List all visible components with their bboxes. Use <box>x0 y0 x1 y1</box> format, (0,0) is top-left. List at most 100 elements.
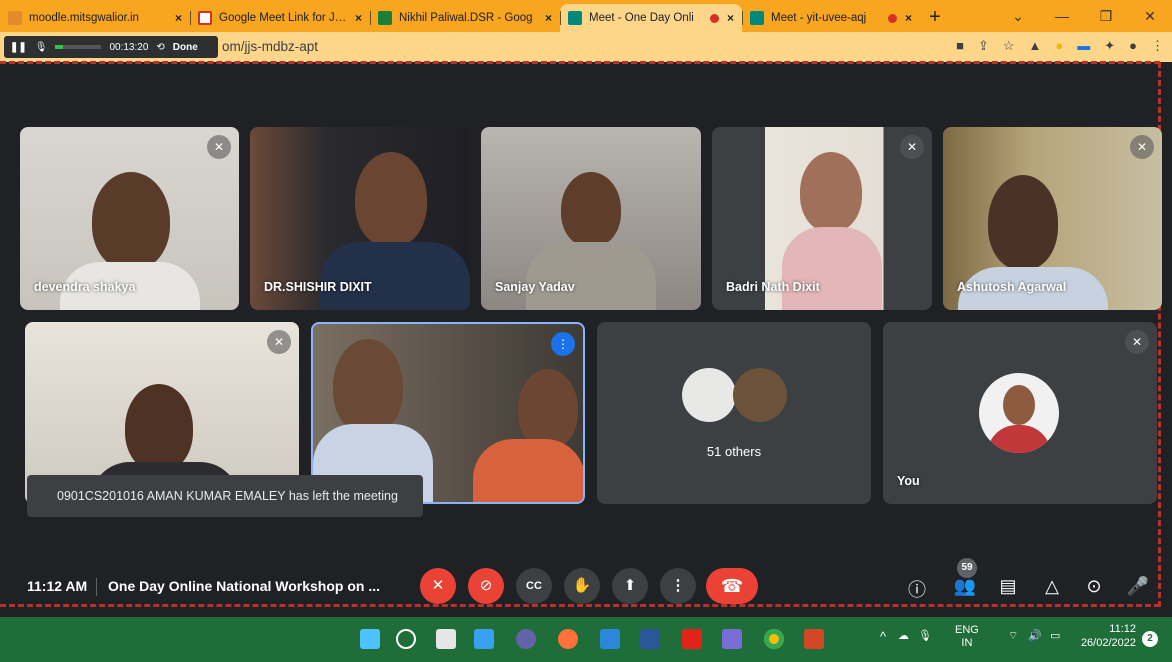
others-tile[interactable]: 51 others <box>597 322 871 504</box>
participant-video <box>561 172 621 247</box>
chat-icon[interactable]: ▤ <box>996 576 1020 597</box>
snipping-tool-icon[interactable] <box>722 629 742 649</box>
meeting-details-icon[interactable]: ⓘ <box>905 576 929 602</box>
wifi-icon[interactable]: ⌔ <box>1008 629 1018 643</box>
browser-menu-icon[interactable]: ⋮ <box>1151 38 1164 54</box>
extension-icon[interactable]: ▬ <box>1077 38 1090 54</box>
notification-badge[interactable]: 2 <box>1142 631 1158 647</box>
tab-title: Google Meet Link for Join <box>219 12 347 24</box>
region-code: IN <box>961 637 973 649</box>
mic-tray-icon[interactable]: 🎙 <box>918 629 932 642</box>
participant-tile[interactable]: ✕ devendra shakya <box>20 127 239 310</box>
restore-button[interactable]: ❐ <box>1084 0 1128 32</box>
microphone-toggle-button[interactable]: ✕ <box>420 568 456 604</box>
mic-icon[interactable]: 🎙 <box>35 42 48 53</box>
others-avatar <box>733 368 787 422</box>
close-window-button[interactable]: ✕ <box>1128 0 1172 32</box>
divider <box>96 578 97 596</box>
acrobat-icon[interactable] <box>682 629 702 649</box>
monitor-app-icon[interactable] <box>600 629 620 649</box>
participant-video <box>800 152 862 232</box>
activities-icon[interactable]: △ <box>1040 576 1064 597</box>
recording-region-border <box>0 61 1160 64</box>
tab-close-icon[interactable]: × <box>355 11 362 25</box>
self-tile[interactable]: ✕ You <box>883 322 1157 504</box>
muted-mic-icon: ✕ <box>900 135 924 159</box>
restart-icon[interactable]: ⟲ <box>156 42 164 53</box>
recording-region-border <box>0 604 1160 607</box>
self-avatar <box>979 373 1059 453</box>
recorder-level-meter <box>55 45 102 49</box>
share-icon[interactable]: ⇪ <box>978 38 989 54</box>
participant-video <box>782 227 882 310</box>
address-bar-url[interactable]: om/jjs-mdbz-apt <box>222 39 318 54</box>
window-controls: ⌄ — ❐ ✕ <box>996 0 1172 32</box>
widgets-icon[interactable] <box>474 629 494 649</box>
browser-tab[interactable]: moodle.mitsgwalior.in × <box>0 4 190 32</box>
extension-icon[interactable]: ▲ <box>1029 38 1042 54</box>
others-avatar <box>682 368 736 422</box>
word-icon[interactable] <box>640 629 660 649</box>
people-icon[interactable]: 👥 <box>953 576 977 597</box>
screen-recorder-widget: ❚❚ 🎙 00:13:20 ⟲ Done <box>4 36 218 58</box>
extension-mic-icon[interactable]: 🎤 <box>1126 576 1150 597</box>
participant-tile[interactable]: Sanjay Yadav <box>481 127 701 310</box>
tab-close-icon[interactable]: × <box>727 11 734 25</box>
bookmark-star-icon[interactable]: ☆ <box>1003 38 1015 54</box>
windows-taskbar: ^ ☁ 🎙 ENG IN ⌔ 🔊 ▭ 11:12 26/02/2022 2 <box>0 617 1172 662</box>
participant-tile[interactable]: DR.SHISHIR DIXIT <box>250 127 470 310</box>
raise-hand-button[interactable]: ✋ <box>564 568 600 604</box>
firefox-icon[interactable] <box>558 629 578 649</box>
browser-tab[interactable]: Meet - yit-uvee-aqj × <box>742 4 920 32</box>
participant-name: Ashutosh Agarwal <box>957 280 1067 294</box>
taskbar-time: 11:12 <box>1109 623 1136 635</box>
clock-date[interactable]: 11:12 26/02/2022 <box>1076 622 1136 650</box>
volume-icon[interactable]: 🔊 <box>1028 629 1042 642</box>
profile-avatar-icon[interactable]: ● <box>1129 38 1137 54</box>
extensions-puzzle-icon[interactable]: ✦ <box>1104 38 1115 54</box>
tab-search-icon[interactable]: ⌄ <box>996 0 1040 32</box>
search-icon[interactable] <box>396 629 416 649</box>
browser-tab-active[interactable]: Meet - One Day Onli × <box>560 4 742 32</box>
muted-mic-icon: ✕ <box>267 330 291 354</box>
muted-mic-icon: ✕ <box>207 135 231 159</box>
language-indicator[interactable]: ENG IN <box>955 624 979 650</box>
minimize-button[interactable]: — <box>1040 0 1084 32</box>
participant-video <box>988 175 1058 270</box>
tab-close-icon[interactable]: × <box>175 11 182 25</box>
gmail-favicon-icon <box>198 11 212 25</box>
camera-icon[interactable]: ■ <box>956 38 964 54</box>
extension-bulb-icon[interactable]: ● <box>1055 38 1063 54</box>
browser-tab[interactable]: Google Meet Link for Join × <box>190 4 370 32</box>
recorder-done-button[interactable]: Done <box>173 42 198 53</box>
new-tab-button[interactable]: + <box>920 4 950 32</box>
browser-tab[interactable]: Nikhil Paliwal.DSR - Goog × <box>370 4 560 32</box>
task-view-icon[interactable] <box>436 629 456 649</box>
tab-close-icon[interactable]: × <box>545 11 552 25</box>
chrome-icon[interactable] <box>764 629 784 649</box>
participant-tile[interactable]: ✕ Ashutosh Agarwal <box>943 127 1162 310</box>
host-controls-icon[interactable]: ⊙ <box>1082 576 1106 597</box>
taskbar-date: 26/02/2022 <box>1080 637 1136 649</box>
participant-name: You <box>897 474 920 488</box>
onedrive-icon[interactable]: ☁ <box>898 629 909 642</box>
battery-icon[interactable]: ▭ <box>1050 629 1060 642</box>
pause-icon[interactable]: ❚❚ <box>10 42 27 53</box>
participant-video <box>526 242 656 310</box>
browser-tab-strip: moodle.mitsgwalior.in × Google Meet Link… <box>0 0 1172 32</box>
present-screen-button[interactable]: ⬆ <box>612 568 648 604</box>
start-windows-icon[interactable] <box>360 629 380 649</box>
system-tray-chevron-icon[interactable]: ^ <box>880 629 886 644</box>
more-options-button[interactable]: ⋮ <box>660 568 696 604</box>
leave-call-button[interactable]: ☎ <box>706 568 758 604</box>
camera-toggle-button[interactable]: ⊘ <box>468 568 504 604</box>
tab-close-icon[interactable]: × <box>905 11 912 25</box>
meeting-title[interactable]: One Day Online National Workshop on ... <box>108 578 380 594</box>
speaking-indicator-icon: ⋮ <box>551 332 575 356</box>
participant-tile[interactable]: ✕ Badri Nath Dixit <box>712 127 932 310</box>
powerpoint-icon[interactable] <box>804 629 824 649</box>
captions-button[interactable]: CC <box>516 568 552 604</box>
muted-mic-icon: ✕ <box>1125 330 1149 354</box>
recording-indicator-icon <box>887 13 897 23</box>
teams-chat-icon[interactable] <box>516 629 536 649</box>
